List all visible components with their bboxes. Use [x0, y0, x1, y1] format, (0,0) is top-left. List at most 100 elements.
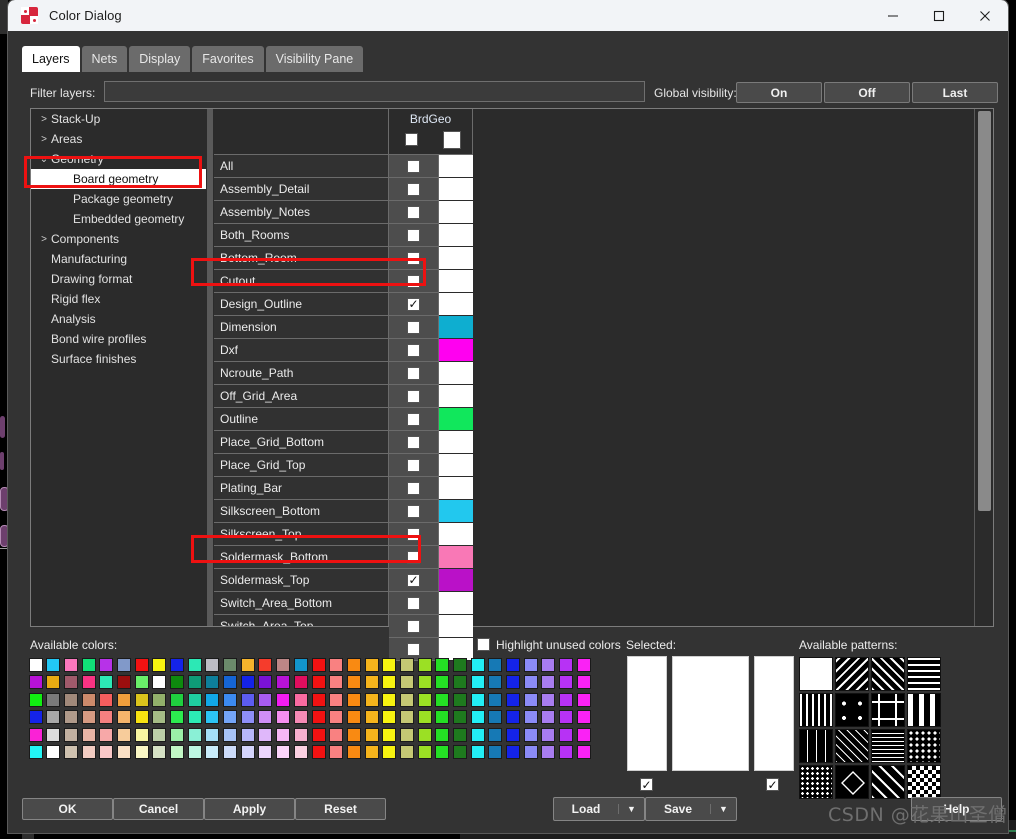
color-swatch-1-25[interactable]: [470, 675, 485, 690]
color-swatch-1-9[interactable]: [187, 675, 202, 690]
tab-visibility-pane[interactable]: Visibility Pane: [265, 46, 364, 72]
layer-row-all[interactable]: All: [214, 155, 389, 178]
layer-color-swatch-design_outline[interactable]: [439, 293, 473, 316]
color-swatch-3-4[interactable]: [99, 710, 114, 725]
layer-visibility-checkbox[interactable]: [407, 527, 420, 541]
color-swatch-2-16[interactable]: [311, 692, 326, 707]
apply-button[interactable]: Apply: [204, 798, 295, 820]
layer-visibility-checkbox[interactable]: [407, 205, 420, 219]
color-swatch-1-0[interactable]: [28, 675, 43, 690]
color-swatch-0-15[interactable]: [293, 657, 308, 672]
layer-color-swatch-bottom_room[interactable]: [439, 247, 473, 270]
layer-visibility-cell-both_rooms[interactable]: [389, 224, 439, 247]
diagonal-fwd-hatch-pattern[interactable]: [871, 657, 905, 691]
layer-row-dxf[interactable]: Dxf: [214, 339, 389, 362]
color-swatch-5-9[interactable]: [187, 745, 202, 760]
layer-visibility-checkbox[interactable]: [407, 619, 420, 633]
color-swatch-2-0[interactable]: [28, 692, 43, 707]
color-swatch-2-3[interactable]: [81, 692, 96, 707]
close-icon[interactable]: [962, 0, 1008, 31]
color-swatch-4-11[interactable]: [223, 727, 238, 742]
layer-color-swatch-assembly_notes[interactable]: [439, 201, 473, 224]
color-swatch-3-23[interactable]: [435, 710, 450, 725]
color-swatch-4-5[interactable]: [116, 727, 131, 742]
tree-item-analysis[interactable]: Analysis: [31, 309, 206, 329]
color-swatch-3-29[interactable]: [541, 710, 556, 725]
layer-color-swatch-outline[interactable]: [439, 408, 473, 431]
color-swatch-2-23[interactable]: [435, 692, 450, 707]
color-swatch-1-3[interactable]: [81, 675, 96, 690]
layer-color-swatch-dimension[interactable]: [439, 316, 473, 339]
chevron-right-icon[interactable]: >: [37, 114, 51, 125]
layer-color-swatch-all[interactable]: [439, 155, 473, 178]
layer-row-place_grid_bottom[interactable]: Place_Grid_Bottom: [214, 431, 389, 454]
color-swatch-3-30[interactable]: [559, 710, 574, 725]
layer-category-tree[interactable]: > Stack-Up > Areas ⌄ Geometry Board geometry Pa…: [31, 109, 206, 626]
global-visibility-on-button[interactable]: On: [736, 82, 822, 103]
color-swatch-2-9[interactable]: [187, 692, 202, 707]
layer-visibility-cell-silkscreen_bottom[interactable]: [389, 500, 439, 523]
color-swatch-4-16[interactable]: [311, 727, 326, 742]
layer-visibility-cell-switch_area_bottom[interactable]: [389, 592, 439, 615]
color-swatch-0-2[interactable]: [63, 657, 78, 672]
color-swatch-3-21[interactable]: [399, 710, 414, 725]
color-swatch-5-3[interactable]: [81, 745, 96, 760]
color-swatch-4-25[interactable]: [470, 727, 485, 742]
color-swatch-5-21[interactable]: [399, 745, 414, 760]
color-swatch-5-10[interactable]: [205, 745, 220, 760]
color-swatch-4-3[interactable]: [81, 727, 96, 742]
color-swatch-1-10[interactable]: [205, 675, 220, 690]
selected-combined-preview[interactable]: [672, 656, 749, 771]
color-swatch-0-23[interactable]: [435, 657, 450, 672]
color-swatch-1-30[interactable]: [559, 675, 574, 690]
color-swatch-0-26[interactable]: [488, 657, 503, 672]
layer-row-both_rooms[interactable]: Both_Rooms: [214, 224, 389, 247]
color-swatch-4-30[interactable]: [559, 727, 574, 742]
color-swatch-3-27[interactable]: [506, 710, 521, 725]
color-swatch-5-23[interactable]: [435, 745, 450, 760]
color-swatch-2-26[interactable]: [488, 692, 503, 707]
layer-color-swatch-plating_bar[interactable]: [439, 477, 473, 500]
layer-row-silkscreen_bottom[interactable]: Silkscreen_Bottom: [214, 500, 389, 523]
color-swatch-2-1[interactable]: [46, 692, 61, 707]
layer-visibility-cell-place_grid_top[interactable]: [389, 454, 439, 477]
layer-visibility-cell-all[interactable]: [389, 155, 439, 178]
tree-item-stack-up[interactable]: > Stack-Up: [31, 109, 206, 129]
color-swatch-3-18[interactable]: [346, 710, 361, 725]
color-swatch-0-3[interactable]: [81, 657, 96, 672]
tree-item-embedded-geometry[interactable]: Embedded geometry: [31, 209, 206, 229]
tree-item-board-geometry[interactable]: Board geometry: [31, 169, 206, 189]
color-swatch-5-26[interactable]: [488, 745, 503, 760]
color-swatch-4-27[interactable]: [506, 727, 521, 742]
color-swatch-0-16[interactable]: [311, 657, 326, 672]
layer-visibility-cell-dimension[interactable]: [389, 316, 439, 339]
color-swatch-2-25[interactable]: [470, 692, 485, 707]
color-swatch-3-14[interactable]: [276, 710, 291, 725]
layer-row-soldermask_top[interactable]: Soldermask_Top: [214, 569, 389, 592]
layer-visibility-checkbox[interactable]: [407, 228, 420, 242]
selected-pattern-enable-checkbox[interactable]: ✓: [766, 778, 779, 791]
layer-visibility-checkbox[interactable]: [407, 481, 420, 495]
color-swatch-3-0[interactable]: [28, 710, 43, 725]
color-swatch-0-31[interactable]: [576, 657, 591, 672]
color-swatch-0-30[interactable]: [559, 657, 574, 672]
layer-visibility-checkbox[interactable]: [407, 550, 420, 564]
color-swatch-4-31[interactable]: [576, 727, 591, 742]
color-swatch-1-18[interactable]: [346, 675, 361, 690]
color-swatch-0-5[interactable]: [116, 657, 131, 672]
layer-row-outline[interactable]: Outline: [214, 408, 389, 431]
filter-layers-input[interactable]: [104, 81, 645, 102]
layer-visibility-cell-design_outline[interactable]: ✓: [389, 293, 439, 316]
layer-visibility-checkbox[interactable]: [407, 343, 420, 357]
color-swatch-3-7[interactable]: [152, 710, 167, 725]
color-swatch-5-29[interactable]: [541, 745, 556, 760]
color-swatch-3-24[interactable]: [453, 710, 467, 725]
color-swatch-2-17[interactable]: [329, 692, 344, 707]
tab-favorites[interactable]: Favorites: [192, 46, 264, 72]
color-swatch-4-8[interactable]: [170, 727, 184, 742]
layer-visibility-checkbox[interactable]: [407, 642, 420, 656]
color-swatch-0-4[interactable]: [99, 657, 114, 672]
selected-color-enable-checkbox[interactable]: ✓: [640, 778, 653, 791]
color-swatch-0-27[interactable]: [506, 657, 521, 672]
color-swatch-3-10[interactable]: [205, 710, 220, 725]
